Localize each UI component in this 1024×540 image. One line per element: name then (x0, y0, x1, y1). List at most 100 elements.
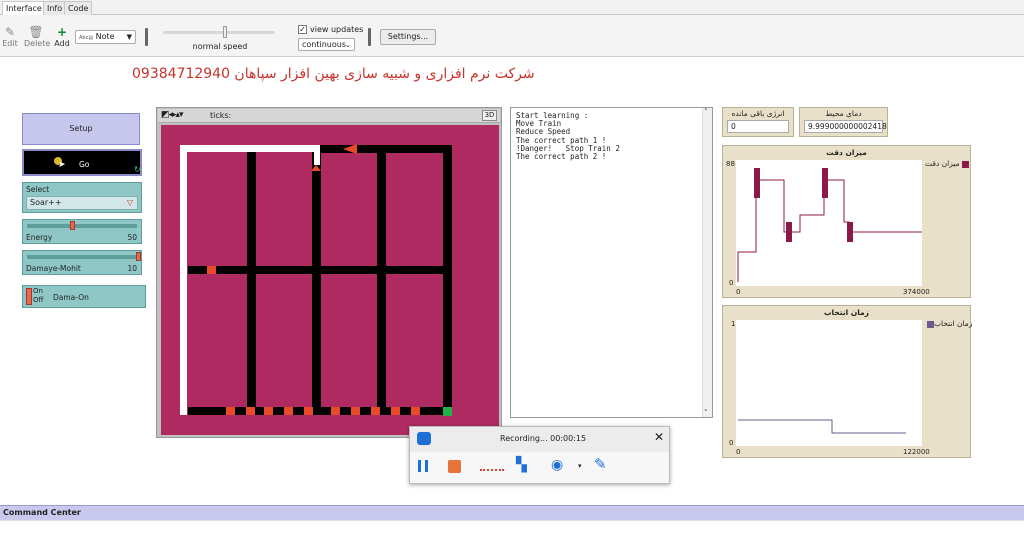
scroll-down-icon[interactable]: ˅ (704, 409, 708, 417)
update-mode-select[interactable]: continuous ⌄ (298, 38, 355, 51)
add-label: Add (54, 39, 70, 48)
webcam-icon[interactable]: ◉ (551, 457, 563, 473)
stop-icon[interactable] (448, 460, 461, 473)
scroll-up-icon[interactable]: ˄ (704, 108, 708, 116)
tab-info[interactable]: Info (43, 1, 67, 15)
selection-time-chart (738, 419, 906, 434)
plot-series-line (738, 419, 906, 434)
plot-canvas (736, 160, 922, 286)
accuracy-plot: میزان دقت 88 0 0 374000 میزان دقت (722, 145, 971, 298)
command-center-area[interactable] (0, 520, 1024, 540)
delete-button[interactable]: 🗑 Delete (24, 25, 51, 48)
rail-vertical (377, 145, 386, 413)
plot-series-line (737, 179, 922, 282)
remaining-energy-monitor: انرژی باقی مانده 0 (722, 107, 794, 137)
pencil-icon: ✎ (4, 25, 16, 39)
station-marker (246, 407, 255, 415)
chooser-value-box[interactable]: Soar++ ▽ (26, 196, 138, 210)
plot-title: میزان دقت (826, 148, 867, 157)
energy-slider[interactable]: Energy 50 (22, 219, 142, 244)
setup-button[interactable]: Setup (22, 113, 140, 145)
command-center-bar[interactable]: Command Center (0, 505, 1024, 520)
x-tick-max: 374000 (903, 288, 930, 296)
pen-icon[interactable]: ✎ (594, 455, 607, 473)
speed-slider-track[interactable] (163, 31, 275, 34)
toolbar-divider (368, 28, 371, 46)
camera-icon (417, 432, 431, 445)
note-icon: Abc▤ (79, 35, 94, 41)
plot-series-mark (822, 168, 828, 198)
widget-type-select[interactable]: Abc▤ Note ▼ (75, 30, 136, 44)
x-tick-min: 0 (736, 288, 741, 296)
station-marker (331, 407, 340, 415)
switch-toggle[interactable] (26, 288, 32, 305)
output-line: The correct path 2 ! (516, 152, 607, 162)
tab-interface[interactable]: Interface (2, 1, 46, 15)
energy-slider-handle[interactable] (70, 221, 75, 230)
select-chooser[interactable]: Select Soar++ ▽ (22, 182, 142, 213)
world-view[interactable] (161, 125, 499, 435)
close-icon[interactable]: ✕ (654, 430, 664, 444)
damaye-mohit-value: 10 (127, 264, 137, 273)
rail-network (188, 145, 452, 415)
monitor-label: انرژی باقی مانده (731, 109, 785, 118)
trash-icon: 🗑 (28, 25, 44, 39)
monitor-label: دمای محیط (825, 109, 862, 118)
station-marker (391, 407, 400, 415)
legend-swatch (961, 160, 969, 168)
station-marker (264, 407, 273, 415)
station-marker (207, 266, 216, 274)
station-marker (284, 407, 293, 415)
cursor-icon: ➤ (58, 160, 66, 170)
3d-button[interactable]: 3D (482, 110, 497, 121)
rail-vertical (312, 145, 321, 413)
accuracy-chart (737, 168, 922, 282)
chevron-down-icon[interactable]: ▾ (578, 462, 582, 470)
damaye-mohit-slider-track[interactable] (27, 255, 137, 259)
y-tick-min: 0 (729, 279, 734, 287)
speed-label: normal speed (192, 42, 248, 51)
view-control-strip: ◩◂▸▴▾ ticks: 3D (158, 109, 500, 123)
path-segment (180, 145, 320, 152)
switch-off-label: Off (33, 296, 44, 304)
energy-label: Energy (26, 233, 53, 242)
speed-slider-handle[interactable] (223, 26, 227, 38)
toolbar: ✎ Edit 🗑 Delete + Add Abc▤ Note ▼ normal… (0, 15, 1024, 57)
station-marker (371, 407, 380, 415)
view-resize-icon[interactable]: ◩◂▸▴▾ (161, 109, 184, 122)
monitor-value: 0 (727, 120, 789, 133)
chevron-down-icon: ▽ (126, 198, 133, 207)
edit-button[interactable]: ✎ Edit (2, 25, 18, 48)
y-tick-max: 1 (731, 320, 736, 328)
energy-value: 50 (127, 233, 137, 242)
settings-button[interactable]: Settings... (380, 29, 436, 45)
dama-on-switch[interactable]: On Off Dama-On (22, 285, 146, 308)
rail-vertical (247, 145, 256, 413)
x-tick-min: 0 (736, 448, 741, 456)
damaye-mohit-slider[interactable]: Damaye-Mohit 10 (22, 250, 142, 275)
add-button[interactable]: + Add (54, 25, 70, 48)
rail-horizontal (188, 266, 452, 274)
tab-bar: Interface Info Code (0, 0, 1024, 15)
y-tick-min: 0 (729, 439, 734, 447)
output-area[interactable]: Start learning : Move Train Reduce Speed Th… (510, 107, 713, 418)
view-updates-checkbox[interactable]: ✓ (298, 25, 307, 34)
pause-icon[interactable] (418, 460, 428, 472)
go-button[interactable]: ➤ Go ↻ (22, 149, 142, 176)
damaye-mohit-slider-handle[interactable] (136, 252, 141, 261)
tab-code[interactable]: Code (64, 1, 93, 15)
monitor-value: 9.999000000002418 (804, 120, 887, 133)
page-title: شرکت نرم افزاری و شبیه سازی بهین افزار س… (132, 66, 535, 82)
x-tick-max: 122000 (903, 448, 930, 456)
draw-line-icon[interactable] (480, 468, 504, 471)
switch-on-label: On (33, 287, 43, 295)
recording-status: Recording... 00:00:15 (500, 434, 587, 443)
view-updates-label: view updates (310, 25, 364, 34)
energy-slider-track[interactable] (27, 224, 137, 228)
station-marker (411, 407, 420, 415)
y-tick-max: 88 (726, 160, 735, 168)
output-scrollbar[interactable]: ˄ ˅ (702, 108, 712, 417)
highlight-icon[interactable]: ▚ (516, 457, 527, 473)
delete-label: Delete (24, 39, 51, 48)
plot-series-mark (754, 168, 760, 198)
